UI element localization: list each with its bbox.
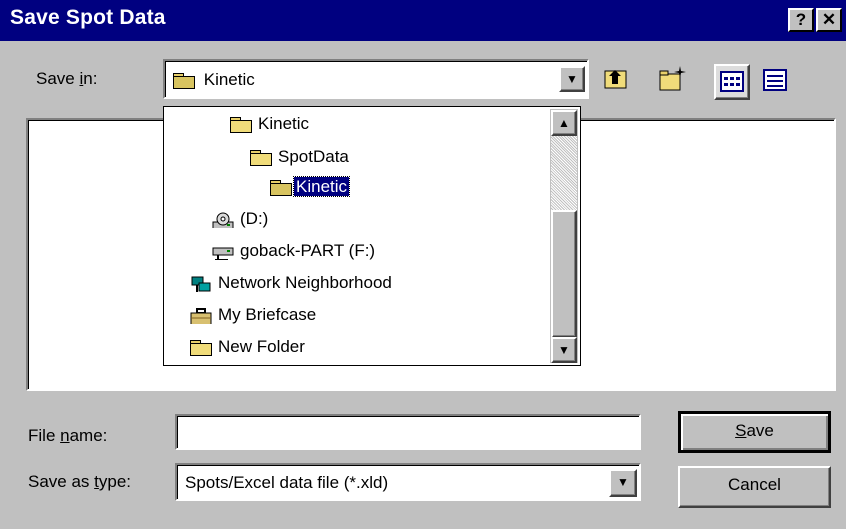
briefcase-icon [190, 307, 212, 324]
close-button[interactable]: ✕ [816, 8, 842, 32]
list-item-label: SpotData [278, 147, 349, 166]
save-as-type-combobox[interactable]: Spots/Excel data file (*.xld) ▼ [175, 463, 641, 501]
up-one-level-button[interactable] [600, 64, 632, 96]
window-title: Save Spot Data [10, 6, 166, 29]
up-one-level-icon [604, 70, 627, 89]
chevron-down-icon: ▼ [558, 343, 570, 357]
folder-icon [230, 116, 252, 133]
save-button-label: ave [746, 421, 774, 440]
network-neighborhood-icon [191, 276, 211, 292]
cd-drive-icon [212, 212, 234, 228]
file-name-label-post: ame: [69, 426, 108, 445]
scroll-up-button[interactable]: ▲ [551, 110, 577, 136]
cancel-button[interactable]: Cancel [678, 466, 831, 508]
save-in-value: Kinetic [203, 70, 255, 89]
list-item-label: goback-PART (F:) [240, 241, 376, 260]
list-item[interactable]: SpotData [250, 144, 349, 170]
create-new-folder-button[interactable] [656, 64, 688, 96]
list-item[interactable]: My Briefcase [190, 302, 316, 328]
file-name-label-pre: File [28, 426, 61, 445]
scroll-down-button[interactable]: ▼ [551, 337, 577, 363]
save-in-combobox[interactable]: Kinetic ▼ [163, 59, 589, 99]
list-item[interactable]: (D:) [212, 206, 268, 232]
open-folder-icon [173, 72, 195, 89]
list-item[interactable]: Kinetic [230, 111, 309, 137]
file-name-label-accel: n [60, 426, 70, 445]
scroll-thumb[interactable] [551, 210, 577, 338]
save-as-type-label-pre: Save as [28, 472, 95, 491]
list-item[interactable]: goback-PART (F:) [212, 238, 375, 264]
save-as-type-dropdown-button[interactable]: ▼ [609, 469, 637, 497]
create-new-folder-icon [659, 66, 686, 91]
save-button-accel: S [735, 421, 747, 440]
folder-icon [250, 149, 272, 166]
save-in-dropdown-button[interactable]: ▼ [559, 66, 585, 92]
list-item[interactable]: Network Neighborhood [190, 270, 392, 296]
help-button[interactable]: ? [788, 8, 814, 32]
title-bar: Save Spot Data ? ✕ [0, 0, 846, 41]
chevron-down-icon: ▼ [566, 72, 578, 86]
help-icon: ? [795, 10, 807, 29]
list-item-label: (D:) [240, 209, 269, 228]
list-item[interactable]: New Folder [190, 334, 305, 360]
file-name-label: File name: [28, 426, 107, 446]
list-view-icon [720, 71, 744, 92]
folder-icon [190, 339, 212, 356]
network-drive-icon [212, 247, 234, 260]
list-item-selected[interactable]: Kinetic [270, 174, 351, 200]
list-view-button[interactable] [714, 64, 750, 100]
chevron-up-icon: ▲ [558, 116, 570, 130]
save-in-dropdown-list[interactable]: Kinetic SpotData Kinetic (D:) goback-PAR… [163, 106, 581, 366]
save-in-label: Save in: [36, 69, 97, 89]
dropdown-scrollbar[interactable]: ▲ ▼ [550, 109, 578, 363]
list-item-label: New Folder [218, 337, 305, 356]
list-item-label: Network Neighborhood [218, 273, 392, 292]
save-as-type-value: Spots/Excel data file (*.xld) [185, 473, 389, 492]
details-view-button[interactable] [760, 66, 792, 98]
cancel-button-label: Cancel [728, 475, 781, 494]
list-item-label: Kinetic [258, 114, 310, 133]
open-folder-icon [270, 179, 292, 196]
scroll-track[interactable] [551, 136, 577, 210]
save-in-label-pre: Save [36, 69, 80, 88]
save-as-type-label-post: ype: [98, 472, 132, 491]
file-name-input[interactable] [175, 414, 641, 450]
details-view-icon [763, 69, 787, 91]
save-in-selected: Kinetic [173, 69, 255, 91]
save-as-type-label: Save as type: [28, 472, 131, 492]
close-icon: ✕ [821, 10, 837, 29]
save-in-label-post: n: [83, 69, 98, 88]
chevron-down-icon: ▼ [617, 475, 629, 489]
list-item-label: My Briefcase [218, 305, 317, 324]
list-item-label: Kinetic [292, 176, 351, 197]
save-button[interactable]: Save [678, 411, 831, 453]
